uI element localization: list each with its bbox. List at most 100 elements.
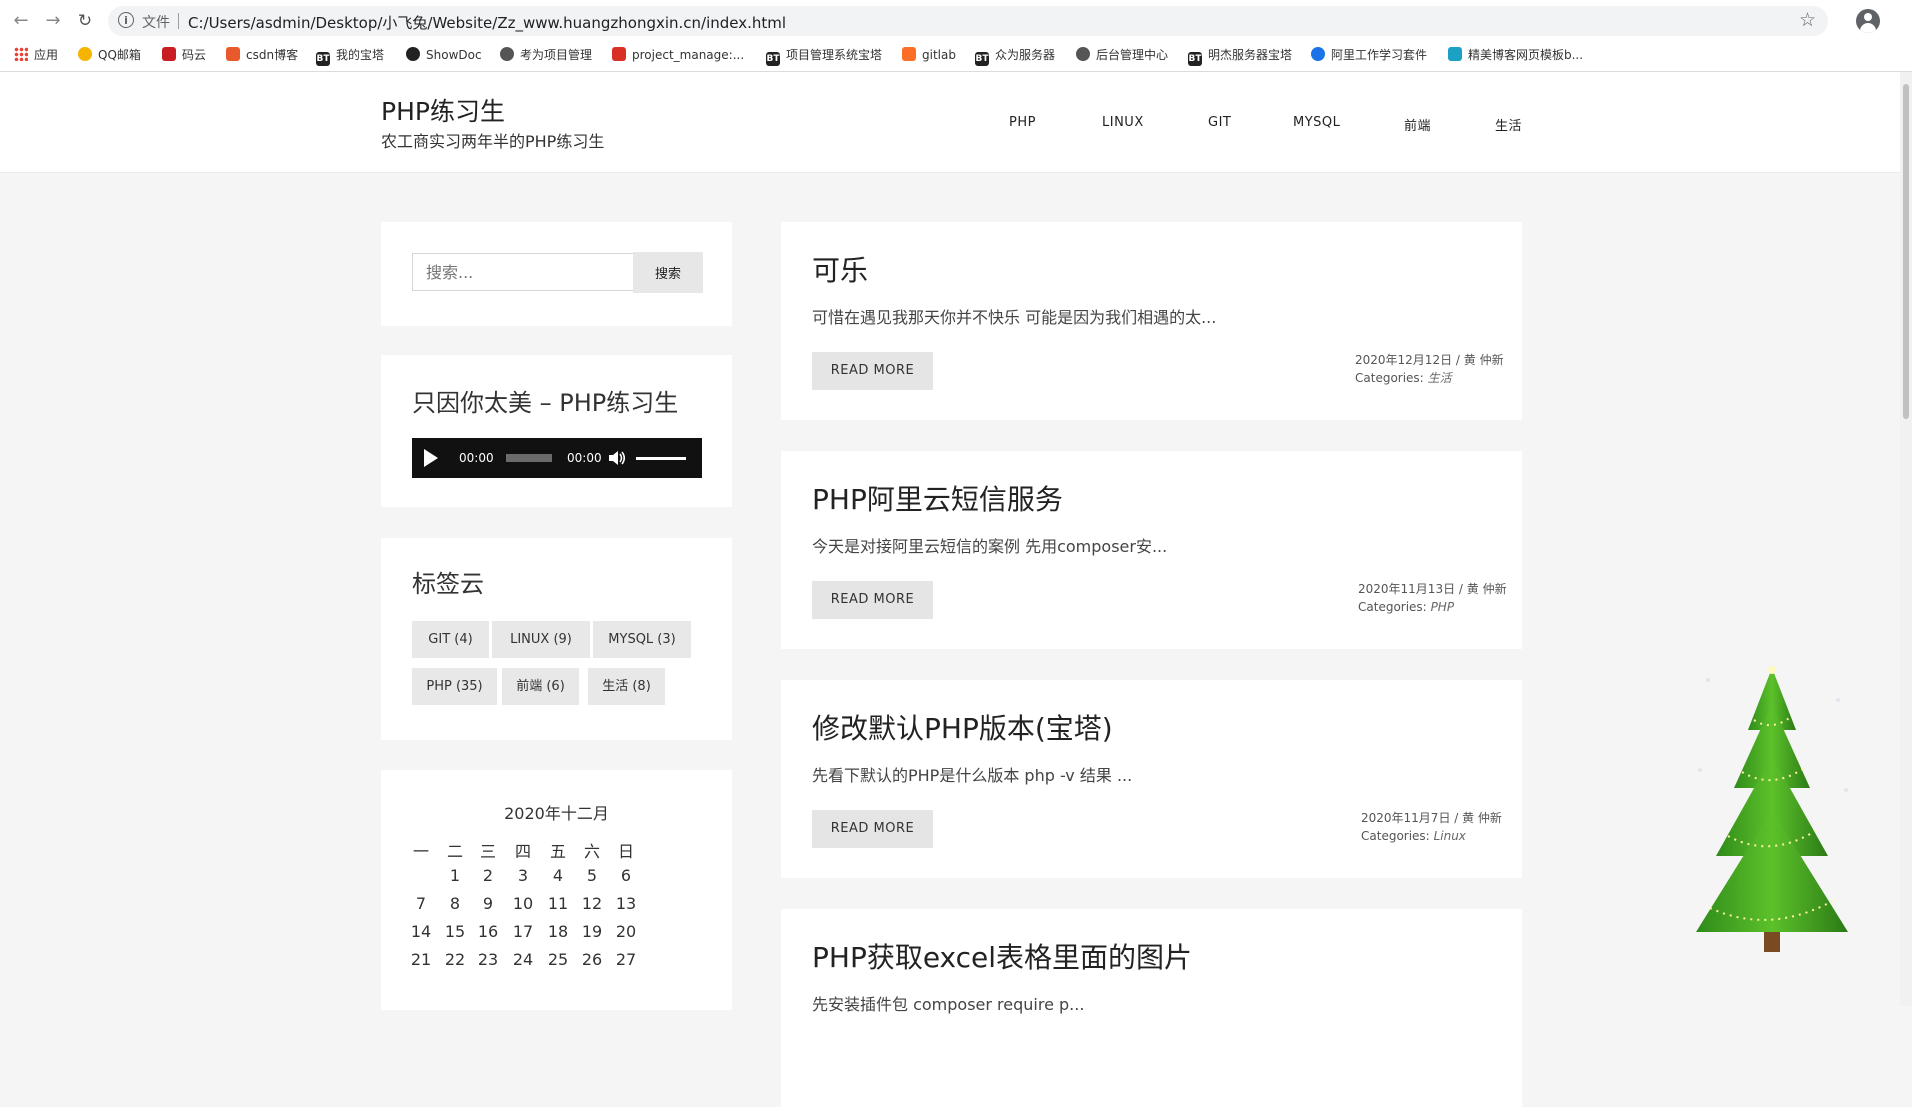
calendar-day: 6 xyxy=(620,866,632,885)
aliyun-icon xyxy=(1311,47,1325,61)
bt-icon: BT xyxy=(975,52,989,66)
info-icon[interactable]: i xyxy=(118,12,134,28)
bookmark-label: 阿里工作学习套件 xyxy=(1331,48,1428,62)
post-meta: 2020年12月12日 / 黄 仲新 Categories: 生活 xyxy=(1355,351,1504,387)
calendar-day: 13 xyxy=(615,894,637,913)
bookmark-item[interactable]: ShowDoc xyxy=(406,45,482,65)
tag-git[interactable]: GIT (4) xyxy=(412,621,489,658)
tag-linux[interactable]: LINUX (9) xyxy=(492,621,590,658)
post-title[interactable]: 可乐 xyxy=(812,249,868,289)
calendar-day: 8 xyxy=(449,894,461,913)
calendar-day: 25 xyxy=(547,950,569,969)
bookmark-label: 我的宝塔 xyxy=(336,48,385,62)
url-text[interactable]: C:/Users/asdmin/Desktop/小飞兔/Website/Zz_w… xyxy=(188,12,786,33)
category-link[interactable]: PHP xyxy=(1431,600,1455,614)
post-title[interactable]: PHP获取excel表格里面的图片 xyxy=(812,936,1192,976)
bt-icon: BT xyxy=(766,52,780,66)
bookmark-label: 众为服务器 xyxy=(995,48,1056,62)
calendar-widget: 2020年十二月 一二三四五六日 1 2 3 4 5 6 7 8 9 10 11 12 13 14 15 16 1… xyxy=(381,770,732,1010)
bookmark-item[interactable]: 应用 xyxy=(14,45,58,65)
read-more-button[interactable]: READ MORE xyxy=(812,581,933,619)
bookmark-item[interactable]: BT 项目管理系统宝塔 xyxy=(766,45,882,66)
bookmark-label: ShowDoc xyxy=(426,48,482,62)
bookmark-item[interactable]: 后台管理中心 xyxy=(1076,45,1168,65)
forward-arrow-icon[interactable]: → xyxy=(40,8,66,34)
bookmark-label: 应用 xyxy=(34,48,59,62)
bookmark-item[interactable]: 精美博客网页模板b... xyxy=(1448,45,1583,65)
calendar-weekday: 六 xyxy=(583,842,600,861)
calendar-day: 21 xyxy=(410,950,432,969)
calendar-weekday: 一 xyxy=(412,842,429,861)
audio-player: 00:00 00:00 xyxy=(412,438,702,478)
menu-item-git[interactable]: GIT xyxy=(1208,115,1231,130)
category-link[interactable]: Linux xyxy=(1434,829,1466,843)
profile-avatar-icon[interactable] xyxy=(1856,9,1880,33)
menu-item-life[interactable]: 生活 xyxy=(1495,115,1522,134)
bookmark-label: 精美博客网页模板b... xyxy=(1468,48,1584,62)
calendar-weekday: 五 xyxy=(549,842,566,861)
tag-life[interactable]: 生活 (8) xyxy=(588,668,665,705)
bookmark-item[interactable]: gitlab xyxy=(902,45,956,65)
tag-php[interactable]: PHP (35) xyxy=(412,668,497,705)
bookmark-item[interactable]: project_manage:... xyxy=(612,45,744,65)
bookmark-label: 考为项目管理 xyxy=(520,48,593,62)
calendar-day: 19 xyxy=(581,922,603,941)
post-date-author: 2020年12月12日 / 黄 仲新 xyxy=(1355,353,1504,367)
christmas-tree-icon xyxy=(1696,666,1848,952)
reload-icon[interactable]: ↻ xyxy=(72,8,98,34)
browser-chrome: ← → ↻ i 文件 C:/Users/asdmin/Desktop/小飞兔/W… xyxy=(0,0,1912,72)
bookmark-item[interactable]: csdn博客 xyxy=(226,45,298,65)
post-categories: Categories: PHP xyxy=(1358,598,1507,616)
globe-icon xyxy=(500,47,514,61)
bookmark-item[interactable]: 考为项目管理 xyxy=(500,45,592,65)
calendar-day: 5 xyxy=(586,866,598,885)
menu-item-frontend[interactable]: 前端 xyxy=(1404,115,1431,134)
tag-frontend[interactable]: 前端 (6) xyxy=(502,668,579,705)
calendar-day: 7 xyxy=(415,894,427,913)
post-card: PHP阿里云短信服务 今天是对接阿里云短信的案例 先用composer安... … xyxy=(781,451,1522,649)
site-title[interactable]: PHP练习生 xyxy=(381,92,505,128)
read-more-button[interactable]: READ MORE xyxy=(812,352,933,390)
read-more-button[interactable]: READ MORE xyxy=(812,810,933,848)
bookmark-item[interactable]: 阿里工作学习套件 xyxy=(1311,45,1427,65)
page-scrollbar[interactable] xyxy=(1900,72,1912,1006)
post-excerpt: 先安装插件包 composer require p... xyxy=(812,995,1085,1014)
address-bar[interactable]: i 文件 C:/Users/asdmin/Desktop/小飞兔/Website… xyxy=(108,6,1828,36)
post-card: 可乐 可惜在遇见我那天你并不快乐 可能是因为我们相遇的太... READ MOR… xyxy=(781,222,1522,420)
search-button[interactable]: 搜索 xyxy=(633,252,703,293)
calendar-day: 15 xyxy=(444,922,466,941)
bookmark-item[interactable]: BT 众为服务器 xyxy=(975,45,1056,66)
post-title[interactable]: 修改默认PHP版本(宝塔) xyxy=(812,707,1113,747)
play-icon[interactable] xyxy=(424,449,438,467)
menu-item-mysql[interactable]: MYSQL xyxy=(1293,115,1340,130)
calendar-weekday: 四 xyxy=(514,842,531,861)
volume-slider[interactable] xyxy=(636,457,686,460)
project-icon xyxy=(612,47,626,61)
apps-grid-icon xyxy=(14,47,28,61)
calendar-day: 4 xyxy=(552,866,564,885)
menu-item-linux[interactable]: LINUX xyxy=(1102,115,1144,130)
bookmark-item[interactable]: QQ邮箱 xyxy=(78,45,141,65)
bookmark-label: 后台管理中心 xyxy=(1096,48,1169,62)
tag-mysql[interactable]: MYSQL (3) xyxy=(593,621,691,658)
calendar-day: 14 xyxy=(410,922,432,941)
post-title[interactable]: PHP阿里云短信服务 xyxy=(812,478,1063,518)
bookmark-item[interactable]: 码云 xyxy=(162,45,206,65)
scrollbar-thumb[interactable] xyxy=(1903,84,1909,419)
calendar-day: 22 xyxy=(444,950,466,969)
calendar-day: 3 xyxy=(517,866,529,885)
bookmark-item[interactable]: BT 我的宝塔 xyxy=(316,45,385,66)
audio-progress-track[interactable] xyxy=(506,454,552,462)
search-input[interactable] xyxy=(412,253,636,291)
duration-time: 00:00 xyxy=(567,451,602,465)
category-link[interactable]: 生活 xyxy=(1428,371,1452,385)
tag-cloud-title: 标签云 xyxy=(412,570,484,598)
bookmark-item[interactable]: BT 明杰服务器宝塔 xyxy=(1188,45,1292,66)
volume-icon[interactable] xyxy=(609,450,627,466)
search-widget: 搜索 xyxy=(381,222,732,326)
cube-icon xyxy=(1448,47,1462,61)
back-arrow-icon[interactable]: ← xyxy=(8,8,34,34)
menu-item-php[interactable]: PHP xyxy=(1009,115,1036,130)
bookmark-label: csdn博客 xyxy=(246,48,299,62)
bookmark-star-icon[interactable]: ☆ xyxy=(1799,9,1816,31)
